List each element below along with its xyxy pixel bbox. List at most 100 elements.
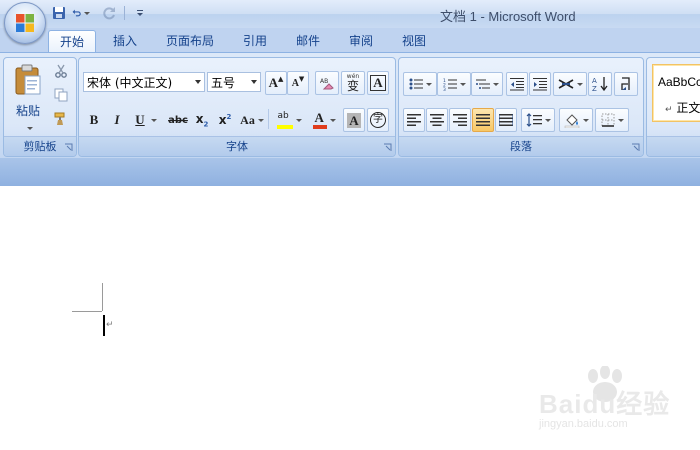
borders-button[interactable] bbox=[595, 108, 629, 132]
decrease-indent-button[interactable] bbox=[506, 72, 528, 96]
font-color-button[interactable]: A bbox=[307, 108, 341, 132]
underline-icon: U bbox=[135, 112, 145, 127]
svg-text:A: A bbox=[592, 77, 597, 85]
italic-button[interactable]: I bbox=[106, 108, 128, 132]
bullets-icon bbox=[409, 78, 423, 90]
clear-formatting-button[interactable]: AB bbox=[315, 71, 339, 95]
highlight-dropdown-icon[interactable] bbox=[295, 118, 302, 122]
style-normal-card[interactable]: AaBbCcDc ↵ 正文 bbox=[652, 64, 700, 122]
bullets-button[interactable] bbox=[403, 72, 437, 96]
align-center-icon bbox=[430, 114, 444, 126]
save-button[interactable] bbox=[50, 4, 68, 22]
cut-button[interactable] bbox=[50, 60, 72, 82]
underline-button[interactable]: U bbox=[129, 108, 163, 132]
change-case-dropdown-icon[interactable] bbox=[257, 118, 264, 122]
baidu-watermark: Baidu经验 jingyan.baidu.com bbox=[535, 366, 695, 432]
shrink-font-button[interactable]: A ▼ bbox=[287, 71, 309, 95]
dialog-launcher-icon[interactable] bbox=[631, 143, 640, 152]
font-color-dropdown-icon[interactable] bbox=[329, 118, 336, 122]
phonetic-guide-icon: 变 bbox=[346, 79, 359, 93]
phonetic-guide-button[interactable]: wén 变 bbox=[341, 71, 365, 95]
multilevel-list-icon bbox=[475, 79, 490, 89]
dialog-launcher-icon[interactable] bbox=[64, 143, 73, 152]
tab-references[interactable]: 引用 bbox=[234, 30, 276, 52]
chinese-layout-button[interactable] bbox=[553, 72, 587, 96]
tab-review[interactable]: 审阅 bbox=[340, 30, 382, 52]
dialog-launcher-icon[interactable] bbox=[383, 143, 392, 152]
align-left-button[interactable] bbox=[403, 108, 425, 132]
align-right-button[interactable] bbox=[449, 108, 471, 132]
tab-page-layout[interactable]: 页面布局 bbox=[158, 30, 222, 52]
tab-mailings[interactable]: 邮件 bbox=[286, 30, 330, 52]
watermark-url: jingyan.baidu.com bbox=[539, 418, 628, 430]
font-group: 宋体 (中文正文) 五号 A ▲ A ▼ AB wén 变 A B I U ab… bbox=[78, 57, 396, 157]
style-normal-label: ↵ 正文 bbox=[665, 101, 700, 115]
chinese-layout-dropdown-icon[interactable] bbox=[576, 82, 583, 86]
grow-font-button[interactable]: A ▲ bbox=[265, 71, 287, 95]
enclose-characters-button[interactable]: 字 bbox=[367, 108, 389, 132]
character-shading-button[interactable]: A bbox=[343, 108, 365, 132]
line-spacing-dropdown-icon[interactable] bbox=[544, 118, 551, 122]
shading-dropdown-icon[interactable] bbox=[582, 118, 589, 122]
quick-access-toolbar bbox=[50, 4, 149, 22]
numbering-button[interactable]: 123 bbox=[437, 72, 471, 96]
chevron-down-icon bbox=[195, 80, 201, 84]
change-case-button[interactable]: Aa bbox=[237, 108, 267, 132]
tab-home[interactable]: 开始 bbox=[48, 30, 96, 53]
document-background bbox=[0, 158, 700, 186]
italic-icon: I bbox=[114, 112, 120, 127]
undo-dropdown-icon[interactable] bbox=[84, 11, 90, 15]
character-border-button[interactable]: A bbox=[367, 71, 389, 95]
clipboard-group: 粘贴 剪贴板 bbox=[3, 57, 77, 157]
undo-icon bbox=[72, 9, 81, 17]
distributed-icon bbox=[499, 114, 513, 126]
enclose-characters-icon: 字 bbox=[370, 112, 386, 128]
svg-text:AB: AB bbox=[320, 78, 328, 85]
numbering-dropdown-icon[interactable] bbox=[459, 82, 466, 86]
tab-insert[interactable]: 插入 bbox=[104, 30, 146, 52]
paste-dropdown-icon[interactable] bbox=[26, 127, 33, 130]
font-name-select[interactable]: 宋体 (中文正文) bbox=[83, 72, 205, 92]
align-right-icon bbox=[453, 114, 467, 126]
text-highlight-button[interactable]: ab bbox=[272, 108, 306, 132]
chevron-down-icon bbox=[251, 80, 257, 84]
paste-button[interactable]: 粘贴 bbox=[7, 60, 49, 134]
bold-icon: B bbox=[89, 112, 99, 127]
numbering-icon: 123 bbox=[443, 78, 457, 91]
justify-button[interactable] bbox=[472, 108, 494, 132]
strikethrough-button[interactable]: abc bbox=[165, 108, 191, 132]
distributed-button[interactable] bbox=[495, 108, 517, 132]
line-spacing-button[interactable] bbox=[521, 108, 555, 132]
underline-dropdown-icon[interactable] bbox=[150, 118, 157, 122]
subscript-button[interactable]: x2 bbox=[191, 108, 213, 132]
font-color-icon: A bbox=[312, 110, 327, 129]
increase-indent-icon bbox=[533, 78, 547, 91]
margin-corner-mark bbox=[102, 283, 103, 311]
office-button[interactable] bbox=[4, 2, 46, 44]
tab-view[interactable]: 视图 bbox=[392, 30, 436, 52]
undo-button[interactable] bbox=[72, 4, 90, 22]
increase-indent-button[interactable] bbox=[529, 72, 551, 96]
format-painter-button[interactable] bbox=[50, 108, 72, 130]
multilevel-list-button[interactable] bbox=[471, 72, 503, 96]
paint-bucket-icon bbox=[564, 114, 579, 128]
align-center-button[interactable] bbox=[426, 108, 448, 132]
redo-icon bbox=[103, 7, 115, 20]
font-group-label: 字体 bbox=[79, 136, 395, 156]
customize-qa-button[interactable] bbox=[131, 4, 149, 22]
bullets-dropdown-icon[interactable] bbox=[425, 82, 432, 86]
multilevel-dropdown-icon[interactable] bbox=[492, 82, 499, 86]
show-hide-marks-button[interactable] bbox=[614, 72, 638, 96]
redo-button[interactable] bbox=[100, 4, 118, 22]
sort-button[interactable]: AZ bbox=[588, 72, 612, 96]
font-size-value: 五号 bbox=[211, 75, 236, 90]
paragraph-mark-icon bbox=[621, 77, 630, 90]
bold-button[interactable]: B bbox=[83, 108, 105, 132]
paragraph-group-label: 段落 bbox=[399, 136, 643, 156]
copy-button[interactable] bbox=[50, 84, 72, 106]
borders-dropdown-icon[interactable] bbox=[617, 118, 624, 122]
font-size-select[interactable]: 五号 bbox=[207, 72, 261, 92]
paragraph-mark-icon: ↵ bbox=[106, 320, 114, 330]
shading-button[interactable] bbox=[559, 108, 593, 132]
superscript-button[interactable]: x2 bbox=[214, 108, 236, 132]
